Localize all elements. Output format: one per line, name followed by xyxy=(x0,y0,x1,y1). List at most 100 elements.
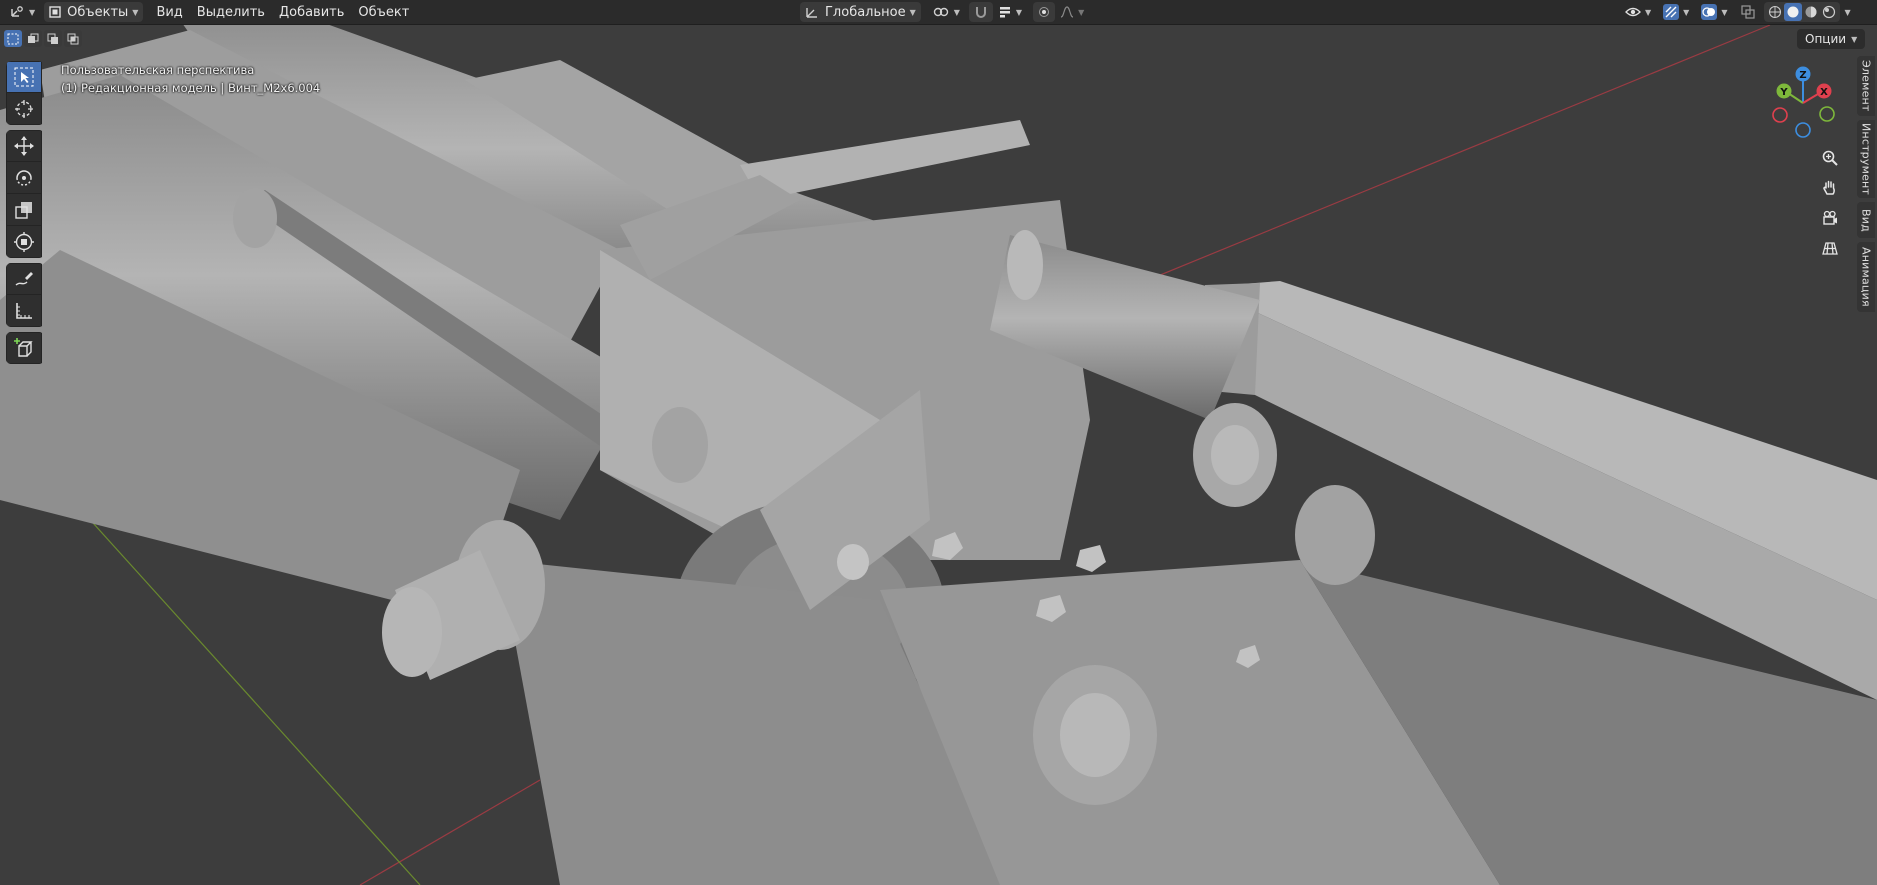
menu-add[interactable]: Добавить xyxy=(274,2,349,22)
3d-viewport[interactable] xyxy=(0,0,1877,885)
move-tool[interactable] xyxy=(6,130,42,162)
overlay-icon xyxy=(1701,4,1718,20)
snap-target-dropdown[interactable]: ▼ xyxy=(993,2,1027,22)
bolt-2 xyxy=(1076,545,1106,572)
select-intersect-icon xyxy=(67,33,79,45)
annotate-tool[interactable] xyxy=(6,263,42,295)
scene-render[interactable] xyxy=(0,0,1877,885)
gizmo-z-negative xyxy=(1795,122,1811,138)
select-subtract-icon xyxy=(47,33,59,45)
object-mode-icon xyxy=(49,6,61,18)
boss-4 xyxy=(1211,425,1259,485)
pivot-dropdown[interactable]: ▼ xyxy=(927,2,965,22)
menu-view[interactable]: Вид xyxy=(151,2,187,22)
grid-ortho-icon xyxy=(1821,239,1839,257)
camera-view-button[interactable] xyxy=(1817,205,1843,231)
chevron-down-icon: ▼ xyxy=(909,7,916,17)
camera-icon xyxy=(1821,209,1839,227)
menu-object[interactable]: Объект xyxy=(353,2,414,22)
boss-1-inner xyxy=(1060,693,1130,777)
select-mode-strip xyxy=(4,30,82,48)
boss-2 xyxy=(1295,485,1375,585)
navigation-gizmo[interactable]: Z Y X xyxy=(1766,66,1840,138)
navigation-buttons xyxy=(1817,145,1843,265)
overlay-toggle[interactable]: ▼ xyxy=(1696,2,1732,22)
ortho-toggle-button[interactable] xyxy=(1817,235,1843,261)
chevron-down-icon: ▼ xyxy=(1645,7,1652,17)
falloff-dropdown[interactable]: ▼ xyxy=(1055,2,1089,22)
select-box-icon xyxy=(13,66,35,88)
hand-pan-icon xyxy=(1821,179,1839,197)
tab-element[interactable]: Элемент xyxy=(1857,56,1875,116)
tab-view-label: Вид xyxy=(1859,208,1873,232)
select-new-mode[interactable] xyxy=(4,30,22,47)
chevron-down-icon: ▼ xyxy=(132,7,139,17)
proportional-edit-toggle[interactable] xyxy=(1033,2,1056,22)
options-dropdown[interactable]: Опции ▼ xyxy=(1797,29,1866,49)
move-icon xyxy=(13,135,35,157)
zoom-button[interactable] xyxy=(1817,145,1843,171)
bracket-hole xyxy=(837,544,869,580)
zoom-icon xyxy=(1821,149,1839,167)
material-shading-icon[interactable] xyxy=(1802,3,1820,21)
orientation-label: Глобальное xyxy=(825,4,906,20)
pivot-link-icon xyxy=(932,5,950,19)
lever-arm xyxy=(740,120,1030,200)
tab-element-label: Элемент xyxy=(1859,60,1873,112)
editor-type-button[interactable]: ▼ xyxy=(4,2,40,22)
right-cylinder-cap xyxy=(1007,230,1043,300)
wireframe-shading-icon[interactable] xyxy=(1766,3,1784,21)
mode-label: Объекты xyxy=(67,4,129,20)
visibility-dropdown[interactable]: ▼ xyxy=(1620,2,1656,22)
x-axis-line xyxy=(1069,24,1771,313)
transform-orientation-dropdown[interactable]: Глобальное ▼ xyxy=(800,2,921,22)
pan-button[interactable] xyxy=(1817,175,1843,201)
tab-tool-label: Инструмент xyxy=(1859,122,1873,196)
magnet-icon xyxy=(974,5,988,19)
snap-toggle[interactable] xyxy=(968,2,993,22)
transform-tool[interactable] xyxy=(6,226,42,258)
viewport-info: Пользовательская перспектива (1) Редакци… xyxy=(61,61,320,97)
add-cube-icon xyxy=(13,337,35,359)
active-object-text: (1) Редакционная модель | Винт_M2x6.004 xyxy=(61,81,321,95)
measure-tool[interactable] xyxy=(6,295,42,327)
chevron-down-icon: ▼ xyxy=(1078,7,1085,17)
select-box-tool[interactable] xyxy=(6,61,42,93)
scale-tool[interactable] xyxy=(6,194,42,226)
gizmo-y-label: Y xyxy=(1779,87,1788,98)
cursor-icon xyxy=(13,98,35,120)
rotate-tool[interactable] xyxy=(6,162,42,194)
options-label: Опции xyxy=(1805,32,1847,46)
solid-shading-icon[interactable] xyxy=(1784,3,1803,21)
xray-toggle[interactable] xyxy=(1736,2,1760,22)
gizmo-toggle[interactable]: ▼ xyxy=(1658,2,1694,22)
tool-shelf xyxy=(6,61,44,369)
rod-end xyxy=(233,188,277,248)
chevron-down-icon: ▼ xyxy=(953,7,960,17)
select-subtract-mode[interactable] xyxy=(44,30,62,47)
snap-increment-icon xyxy=(998,5,1012,19)
gizmo-x-negative xyxy=(1772,107,1788,123)
tab-tool[interactable]: Инструмент xyxy=(1857,120,1875,198)
rod-collar xyxy=(652,407,708,483)
shading-dropdown-chevron-icon[interactable]: ▼ xyxy=(1844,8,1850,17)
visibility-icon xyxy=(1625,6,1641,18)
barrel-tip-face xyxy=(382,587,442,677)
tab-animation[interactable]: Анимация xyxy=(1857,242,1875,312)
select-intersect-mode[interactable] xyxy=(64,30,82,47)
gizmo-x-label: X xyxy=(1820,87,1828,98)
xray-icon xyxy=(1741,5,1756,19)
tab-view[interactable]: Вид xyxy=(1857,202,1875,238)
measure-ruler-icon xyxy=(13,300,35,322)
orientation-icon xyxy=(805,5,819,19)
cursor-tool[interactable] xyxy=(6,93,42,125)
gizmo-z-label: Z xyxy=(1799,70,1806,81)
tab-animation-label: Анимация xyxy=(1859,247,1873,307)
menu-select[interactable]: Выделить xyxy=(192,2,270,22)
add-cube-tool[interactable] xyxy=(6,332,42,364)
scale-icon xyxy=(13,199,35,221)
select-extend-mode[interactable] xyxy=(24,30,42,47)
mode-dropdown[interactable]: Объекты ▼ xyxy=(44,2,144,22)
rendered-shading-icon[interactable] xyxy=(1820,3,1838,21)
transform-icon xyxy=(13,231,35,253)
